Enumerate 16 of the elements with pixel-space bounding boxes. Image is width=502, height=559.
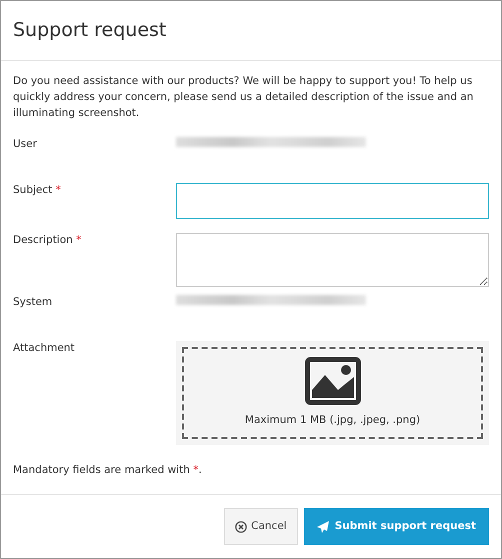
send-icon [316, 520, 329, 532]
field-label: Attachment [13, 342, 75, 354]
field-label: System [13, 296, 52, 308]
mandatory-note: Mandatory fields are marked with *. [13, 462, 203, 478]
field-label: User [13, 138, 37, 150]
subject-field[interactable] [176, 182, 489, 219]
close-icon [235, 520, 248, 532]
description-field[interactable] [176, 232, 489, 287]
cancel-button[interactable]: Cancel [224, 508, 298, 545]
intro-text: Do you need assistance with our products? We will be happy to support you! To help us quickly address your concern, please send us a detailed description of the issue and an illuminating screenshot. [13, 74, 474, 121]
field-label: Description * [13, 234, 82, 246]
upload-area[interactable]: Maximum 1 MB (.jpg, .jpeg, .png) [176, 340, 489, 444]
image-icon [304, 356, 360, 405]
dialog-title: Support request [13, 19, 166, 42]
field-label: Subject * [13, 184, 61, 196]
upload-hint: Maximum 1 MB (.jpg, .jpeg, .png) [244, 412, 420, 428]
